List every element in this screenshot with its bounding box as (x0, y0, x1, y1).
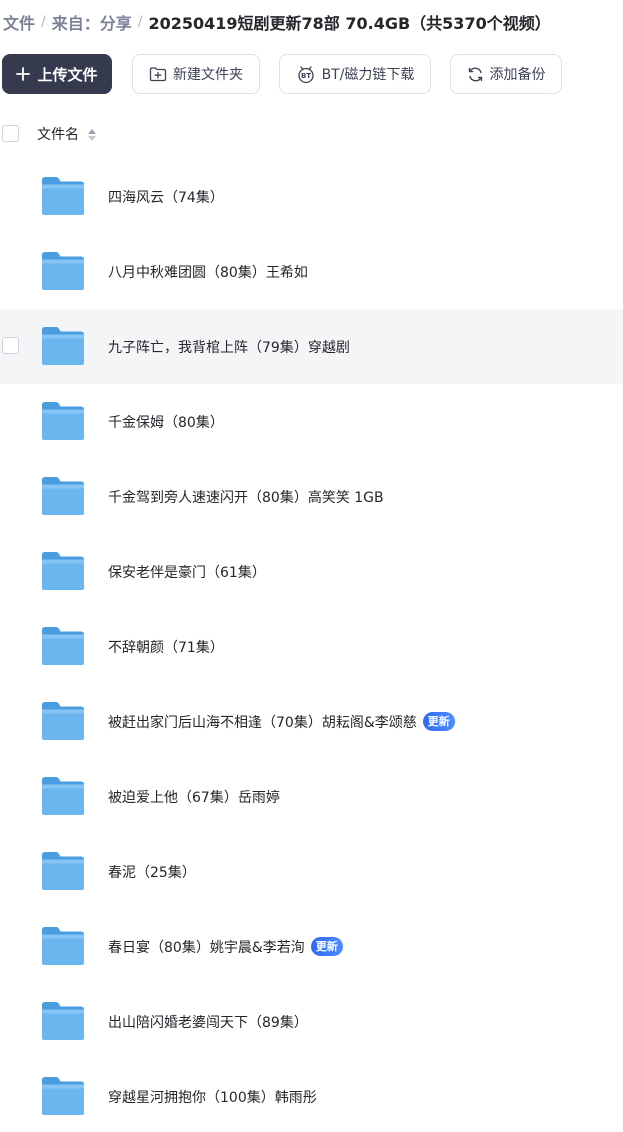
file-name[interactable]: 出山陪闪婚老婆闯天下（89集） (108, 984, 308, 1059)
file-row[interactable]: 穿越星河拥抱你（100集）韩雨彤 (0, 1059, 623, 1132)
column-header-filename[interactable]: 文件名 (37, 124, 79, 144)
file-name[interactable]: 千金保姆（80集） (108, 384, 224, 459)
folder-icon (42, 327, 84, 365)
file-row[interactable]: 千金驾到旁人速速闪开（80集）高笑笑 1GB (0, 459, 623, 534)
folder-icon (42, 252, 84, 290)
file-name-text: 保安老伴是豪门（61集） (108, 564, 266, 581)
breadcrumb-current-folder: 20250419短剧更新78部 70.4GB（共5370个视频） (148, 14, 551, 33)
upload-button-label: 上传文件 (37, 65, 98, 84)
upload-button[interactable]: 上传文件 (2, 54, 112, 94)
folder-icon (42, 1002, 84, 1040)
folder-icon (42, 402, 84, 440)
file-name-text: 九子阵亡，我背棺上阵（79集）穿越剧 (108, 339, 350, 356)
file-row[interactable]: 被迫爱上他（67集）岳雨婷 (0, 759, 623, 834)
file-name-text: 穿越星河拥抱你（100集）韩雨彤 (108, 1089, 317, 1106)
select-all-checkbox[interactable] (2, 125, 19, 142)
file-name-text: 四海风云（74集） (108, 189, 224, 206)
file-name[interactable]: 春泥（25集） (108, 834, 196, 909)
breadcrumb-item-shared[interactable]: 来自：分享 (52, 10, 132, 34)
folder-icon (42, 852, 84, 890)
bt-download-button-label: BT/磁力链下载 (321, 67, 415, 83)
folder-icon (42, 477, 84, 515)
new-folder-icon (149, 66, 167, 82)
file-name[interactable]: 春日宴（80集）姚宇晨&李若洵 更新 (108, 909, 343, 984)
new-folder-button[interactable]: 新建文件夹 (132, 54, 260, 94)
breadcrumb: 文件 / 来自：分享 / 20250419短剧更新78部 70.4GB（共537… (3, 9, 551, 35)
file-name[interactable]: 穿越星河拥抱你（100集）韩雨彤 (108, 1059, 317, 1132)
file-name-text: 不辞朝颜（71集） (108, 639, 224, 656)
file-row[interactable]: 不辞朝颜（71集） (0, 609, 623, 684)
file-row[interactable]: 四海风云（74集） (0, 159, 623, 234)
file-name[interactable]: 千金驾到旁人速速闪开（80集）高笑笑 1GB (108, 459, 384, 534)
file-name[interactable]: 八月中秋难团圆（80集）王希如 (108, 234, 308, 309)
add-backup-button-label: 添加备份 (489, 67, 546, 83)
folder-icon (42, 702, 84, 740)
file-row[interactable]: 被赶出家门后山海不相逢（70集）胡耘阁&李颂慈 更新 (0, 684, 623, 759)
update-badge: 更新 (310, 937, 343, 956)
bt-download-button[interactable]: BT BT/磁力链下载 (279, 54, 431, 94)
file-row[interactable]: 春日宴（80集）姚宇晨&李若洵 更新 (0, 909, 623, 984)
file-list: 四海风云（74集） 八月中秋难团圆（80集）王希如 九子阵亡，我背棺上阵（79集… (0, 159, 623, 1132)
file-name[interactable]: 四海风云（74集） (108, 159, 224, 234)
file-row[interactable]: 春泥（25集） (0, 834, 623, 909)
add-backup-button[interactable]: 添加备份 (450, 54, 562, 94)
file-name-text: 千金驾到旁人速速闪开（80集）高笑笑 1GB (108, 489, 384, 506)
file-name[interactable]: 九子阵亡，我背棺上阵（79集）穿越剧 (108, 309, 350, 384)
folder-icon (42, 927, 84, 965)
file-name-text: 被迫爱上他（67集）岳雨婷 (108, 789, 280, 806)
file-name-text: 春日宴（80集）姚宇晨&李若洵 (108, 939, 305, 956)
file-list-header: 文件名 (0, 117, 623, 151)
file-name[interactable]: 被赶出家门后山海不相逢（70集）胡耘阁&李颂慈 更新 (108, 684, 455, 759)
folder-icon (42, 552, 84, 590)
file-name-text: 被赶出家门后山海不相逢（70集）胡耘阁&李颂慈 (108, 714, 417, 731)
row-checkbox[interactable] (2, 337, 19, 354)
folder-icon (42, 627, 84, 665)
file-row[interactable]: 保安老伴是豪门（61集） (0, 534, 623, 609)
bt-magnet-icon: BT (296, 65, 316, 83)
breadcrumb-item-files[interactable]: 文件 (3, 10, 35, 34)
file-name[interactable]: 不辞朝颜（71集） (108, 609, 224, 684)
breadcrumb-separator: / (41, 14, 46, 30)
file-name[interactable]: 保安老伴是豪门（61集） (108, 534, 266, 609)
sort-icon[interactable] (87, 127, 97, 146)
file-row[interactable]: 千金保姆（80集） (0, 384, 623, 459)
plus-icon (16, 67, 31, 81)
file-row[interactable]: 出山陪闪婚老婆闯天下（89集） (0, 984, 623, 1059)
new-folder-button-label: 新建文件夹 (173, 67, 243, 83)
file-name-text: 千金保姆（80集） (108, 414, 224, 431)
folder-icon (42, 177, 84, 215)
svg-text:BT: BT (301, 72, 311, 80)
file-name-text: 春泥（25集） (108, 864, 196, 881)
sync-icon (467, 66, 484, 83)
folder-icon (42, 777, 84, 815)
file-name[interactable]: 被迫爱上他（67集）岳雨婷 (108, 759, 280, 834)
file-row[interactable]: 九子阵亡，我背棺上阵（79集）穿越剧 (0, 309, 623, 384)
file-name-text: 八月中秋难团圆（80集）王希如 (108, 264, 308, 281)
file-row[interactable]: 八月中秋难团圆（80集）王希如 (0, 234, 623, 309)
update-badge: 更新 (422, 712, 455, 731)
folder-icon (42, 1077, 84, 1115)
file-name-text: 出山陪闪婚老婆闯天下（89集） (108, 1014, 308, 1031)
breadcrumb-separator: / (137, 14, 143, 30)
